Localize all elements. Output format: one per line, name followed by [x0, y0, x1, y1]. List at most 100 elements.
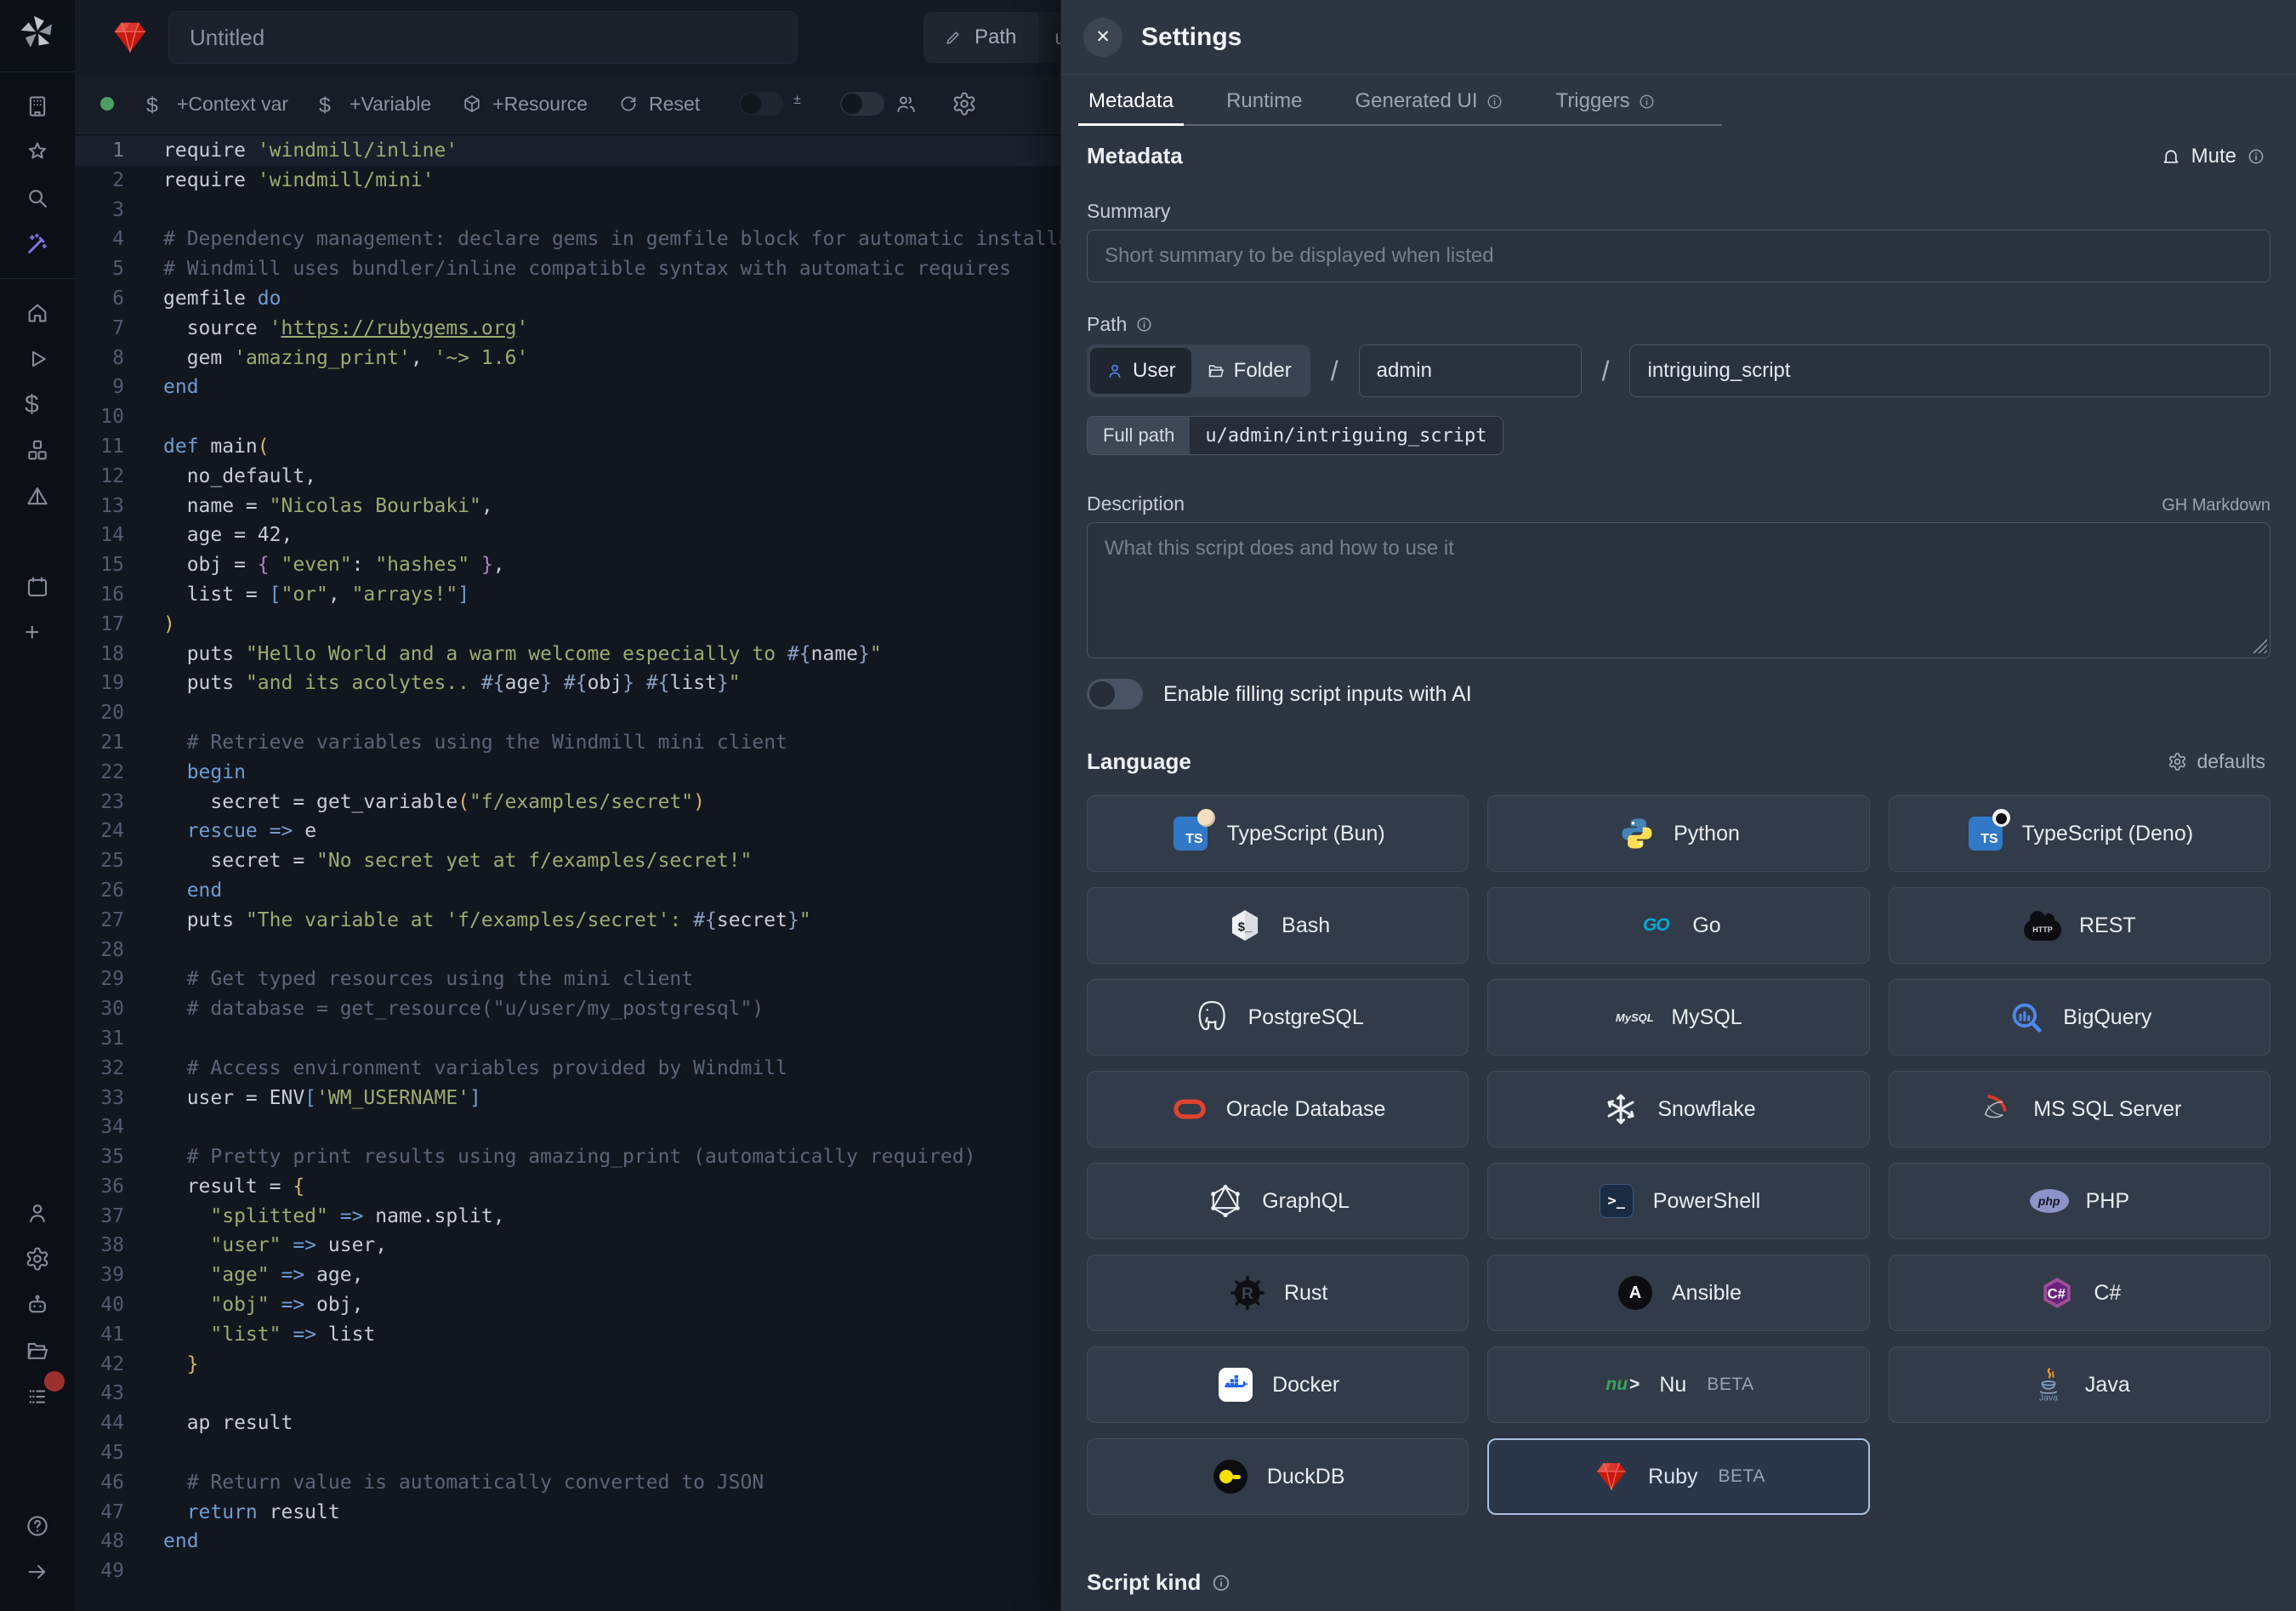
language-card-python[interactable]: Python	[1487, 795, 1869, 872]
sidebar-item-folder[interactable]	[19, 1332, 56, 1369]
sidebar-item-home[interactable]	[19, 294, 56, 332]
sidebar-item-gear[interactable]	[19, 1240, 56, 1278]
language-label: C#	[2094, 1281, 2121, 1306]
language-card-docker[interactable]: Docker	[1087, 1346, 1469, 1423]
editor-settings-gear-button[interactable]	[952, 91, 977, 117]
sidebar-item-robot[interactable]	[19, 1286, 56, 1324]
language-card-ruby[interactable]: RubyBETA	[1487, 1438, 1869, 1515]
sidebar-item-building[interactable]	[19, 88, 56, 125]
java-icon: Java	[2029, 1365, 2068, 1404]
sidebar-item-arrow-right[interactable]	[19, 1553, 56, 1591]
search-icon	[25, 185, 50, 211]
language-card-typescript-deno[interactable]: TSTypeScript (Deno)	[1889, 795, 2270, 872]
owner-kind-folder-segment[interactable]: Folder	[1191, 348, 1307, 394]
language-card-ansible[interactable]: AAnsible	[1487, 1255, 1869, 1331]
language-card-java[interactable]: JavaJava	[1889, 1346, 2270, 1423]
language-card-postgresql[interactable]: PostgreSQL	[1087, 979, 1469, 1056]
full-path-label: Full path	[1088, 417, 1190, 454]
bell-icon	[2161, 146, 2181, 167]
language-defaults-button[interactable]: defaults	[2162, 749, 2270, 774]
tab-triggers[interactable]: Triggers	[1551, 88, 1661, 124]
language-card-c[interactable]: C#C#	[1889, 1255, 2270, 1331]
line-number: 45	[75, 1438, 124, 1468]
path-owner-input[interactable]	[1359, 344, 1582, 397]
sidebar-item-calendar[interactable]	[19, 568, 56, 606]
language-card-typescript-bun[interactable]: TSTypeScript (Bun)	[1087, 795, 1469, 872]
language-card-bash[interactable]: $_Bash	[1087, 887, 1469, 964]
language-card-mysql[interactable]: MySQLMySQL	[1487, 979, 1869, 1056]
language-card-go[interactable]: GOGo	[1487, 887, 1869, 964]
sidebar-item-search[interactable]	[19, 179, 56, 217]
line-number: 44	[75, 1409, 124, 1438]
gear-icon	[2168, 752, 2187, 771]
line-number: 41	[75, 1320, 124, 1350]
line-number: 10	[75, 402, 124, 432]
toolbar-button-label: +Context var	[177, 93, 288, 116]
sidebar-item-plus[interactable]: +	[19, 614, 56, 652]
variable-button[interactable]: $+Variable	[304, 85, 446, 122]
line-number: 6	[75, 284, 124, 314]
language-card-nu[interactable]: nu>NuBETA	[1487, 1346, 1869, 1423]
diff-mode-toggle[interactable]	[739, 92, 783, 116]
language-label: REST	[2079, 914, 2136, 938]
language-card-snowflake[interactable]: Snowflake	[1487, 1071, 1869, 1147]
sidebar-item-user[interactable]	[19, 1194, 56, 1232]
tab-runtime[interactable]: Runtime	[1221, 88, 1307, 124]
sidebar-item-list[interactable]	[19, 1378, 56, 1415]
close-settings-button[interactable]: ✕	[1083, 18, 1122, 57]
language-label: PowerShell	[1653, 1189, 1760, 1214]
script-title-input[interactable]	[168, 11, 798, 64]
postgresql-icon	[1192, 998, 1231, 1037]
line-number: 14	[75, 521, 124, 550]
tab-label: Generated UI	[1355, 89, 1477, 113]
resource-button[interactable]: +Resource	[446, 85, 603, 122]
defaults-label: defaults	[2197, 750, 2265, 773]
user-segment-label: User	[1133, 359, 1176, 383]
description-textarea[interactable]	[1087, 522, 2270, 658]
line-number: 48	[75, 1527, 124, 1557]
folder-icon	[1207, 361, 1225, 380]
sidebar-item-prism[interactable]	[19, 478, 56, 515]
path-name-input[interactable]	[1629, 344, 2270, 397]
multiplayer-toggle[interactable]	[840, 92, 884, 116]
status-dot	[100, 97, 114, 111]
line-number: 21	[75, 728, 124, 758]
language-label: Ansible	[1672, 1281, 1742, 1306]
line-number: 18	[75, 640, 124, 669]
line-number: 29	[75, 965, 124, 994]
sidebar-item-dollar[interactable]: $	[19, 386, 56, 424]
dollar-icon: $	[146, 94, 167, 114]
sidebar-item-magic-wand[interactable]	[19, 225, 56, 263]
line-number: 37	[75, 1202, 124, 1232]
dollar-icon: $	[25, 392, 50, 418]
tab-generated-ui[interactable]: Generated UI	[1350, 88, 1508, 124]
script-kind-heading: Script kind	[1087, 1569, 2270, 1596]
language-label: MS SQL Server	[2033, 1097, 2181, 1122]
metadata-heading: Metadata	[1087, 143, 1183, 169]
language-card-rust[interactable]: RRust	[1087, 1255, 1469, 1331]
line-number: 35	[75, 1142, 124, 1172]
language-card-powershell[interactable]: >_PowerShell	[1487, 1163, 1869, 1239]
ai-fill-inputs-toggle[interactable]	[1087, 679, 1143, 709]
tab-label: Runtime	[1226, 89, 1302, 113]
language-card-graphql[interactable]: GraphQL	[1087, 1163, 1469, 1239]
language-card-ms-sql-server[interactable]: MS SQL Server	[1889, 1071, 2270, 1147]
sidebar-item-cubes[interactable]	[19, 432, 56, 470]
language-card-duckdb[interactable]: DuckDB	[1087, 1438, 1469, 1515]
tab-metadata[interactable]: Metadata	[1083, 88, 1179, 124]
language-card-bigquery[interactable]: BigQuery	[1889, 979, 2270, 1056]
windmill-logo-icon[interactable]	[15, 10, 60, 54]
language-card-oracle-database[interactable]: Oracle Database	[1087, 1071, 1469, 1147]
sidebar-item-play[interactable]	[19, 340, 56, 378]
owner-kind-user-segment[interactable]: User	[1090, 348, 1191, 394]
language-label: Oracle Database	[1226, 1097, 1386, 1122]
context-var-button[interactable]: $ +Context var	[131, 85, 304, 122]
reset-button[interactable]: Reset	[603, 85, 715, 122]
mute-button[interactable]: Mute	[2156, 144, 2270, 169]
sidebar-item-help[interactable]	[19, 1507, 56, 1545]
summary-input[interactable]	[1087, 230, 2270, 282]
sidebar-item-star[interactable]	[19, 134, 56, 171]
language-card-php[interactable]: phpPHP	[1889, 1163, 2270, 1239]
language-card-rest[interactable]: HTTPREST	[1889, 887, 2270, 964]
line-number: 11	[75, 432, 124, 462]
